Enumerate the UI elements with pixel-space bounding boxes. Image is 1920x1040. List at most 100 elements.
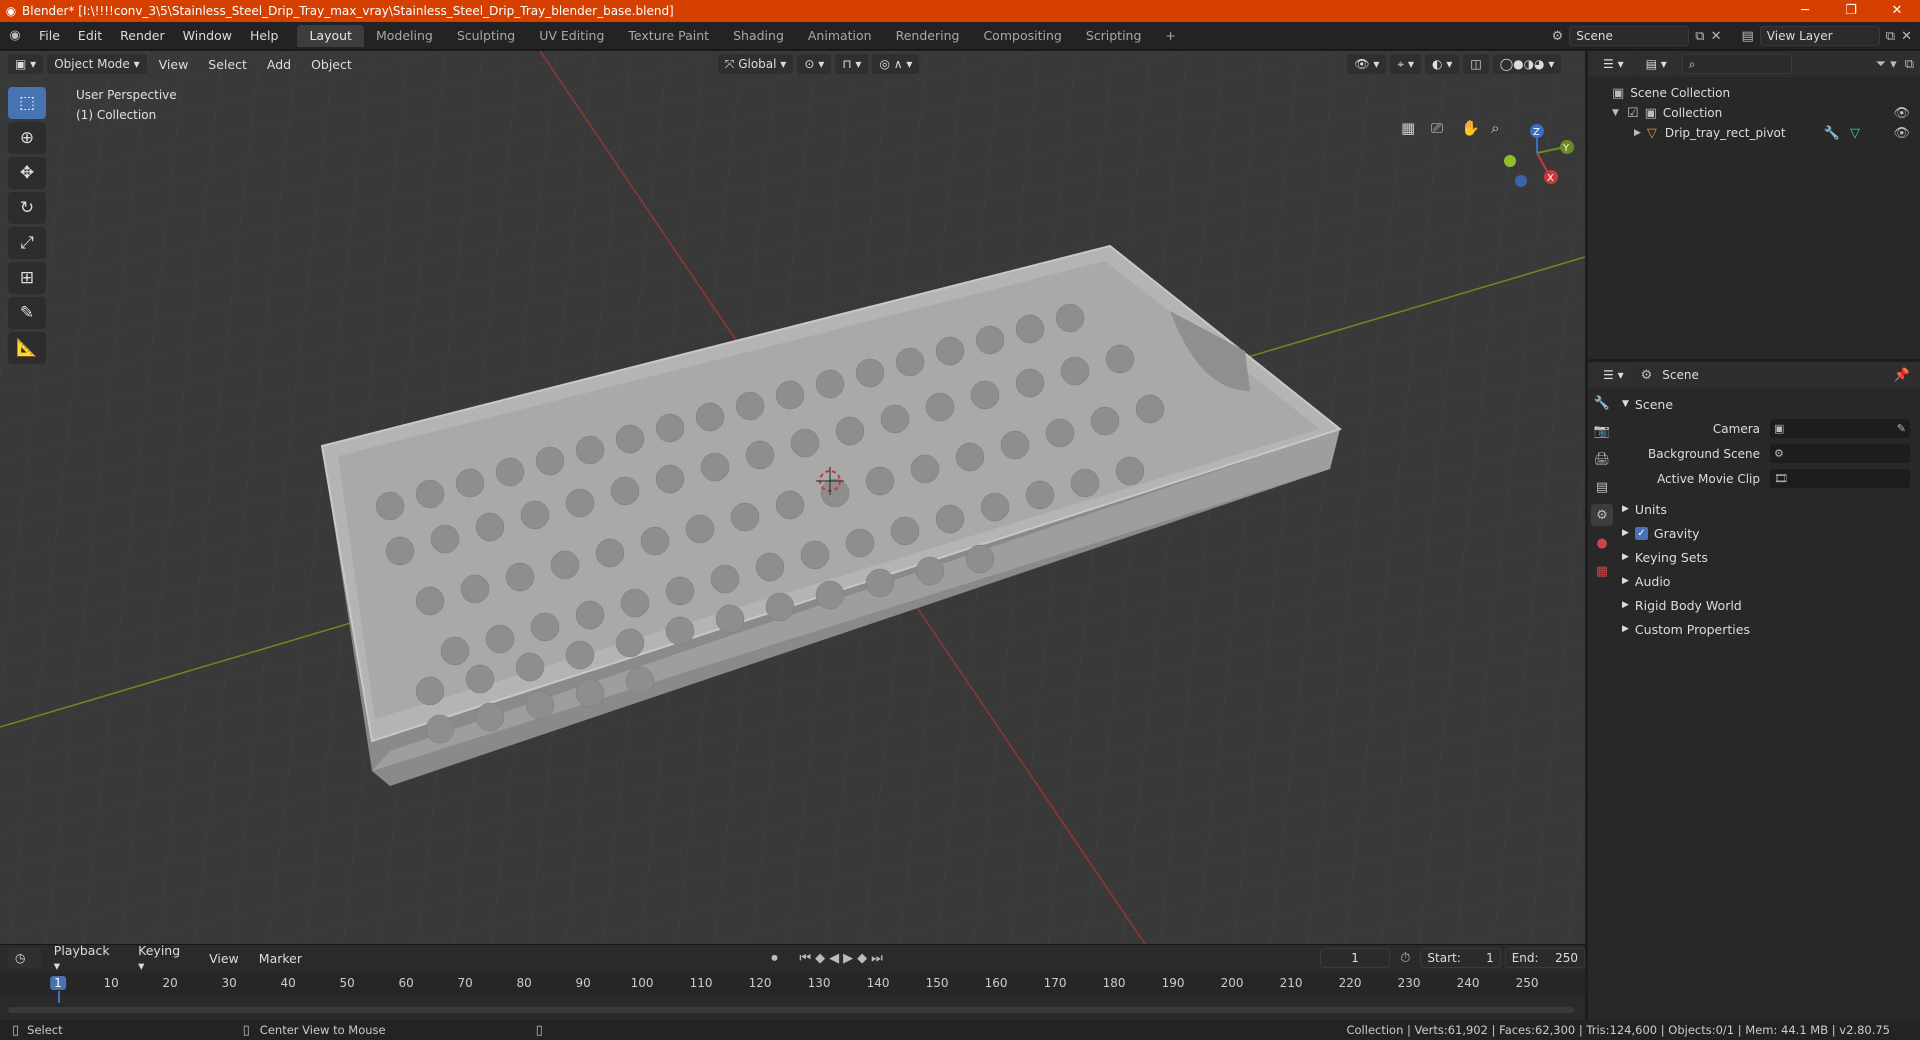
modifier-wrench-icon[interactable]: 🔧 <box>1824 126 1840 141</box>
current-frame-field[interactable]: 1 <box>1319 948 1391 968</box>
tab-animation[interactable]: Animation <box>796 25 884 47</box>
active-movie-clip-field[interactable]: 🎞 <box>1770 469 1910 488</box>
scene-tab-icon[interactable]: ⚙ <box>1591 504 1613 526</box>
timeline-scrollbar[interactable] <box>8 1007 1574 1013</box>
viewport-menu-add[interactable]: Add <box>259 57 299 72</box>
world-tab-icon[interactable]: ● <box>1591 532 1613 554</box>
checkbox-icon[interactable]: ☑ <box>1627 106 1639 121</box>
view-layer-field[interactable]: View Layer <box>1759 26 1880 46</box>
minimize-button[interactable]: ─ <box>1782 0 1828 22</box>
start-frame-field[interactable]: Start: 1 <box>1420 948 1501 968</box>
timeline-menu-marker[interactable]: Marker <box>251 951 310 966</box>
record-icon[interactable]: ⏺ <box>771 951 778 966</box>
timeline-menu-playback[interactable]: Playback ▾ <box>46 943 126 973</box>
outliner-search-input[interactable]: ⌕ <box>1681 54 1792 74</box>
snap-icon[interactable]: ⊓ ▾ <box>835 54 869 74</box>
viewport-menu-object[interactable]: Object <box>303 57 360 72</box>
select-box-tool-icon[interactable]: ⬚ <box>8 87 46 119</box>
measure-tool-icon[interactable]: 📐 <box>8 332 46 364</box>
timeline-menu-keying[interactable]: Keying ▾ <box>130 943 197 973</box>
maximize-button[interactable]: ❐ <box>1828 0 1874 22</box>
playhead[interactable] <box>58 991 60 1003</box>
remove-scene-icon[interactable]: ✕ <box>1711 29 1722 44</box>
frame-ruler[interactable]: 1 10 20 30 40 50 60 70 80 90 100 110 120 130 140 150 160… <box>0 973 1585 1003</box>
pin-icon[interactable]: 📌 <box>1894 368 1910 383</box>
menu-file[interactable]: File <box>30 28 69 43</box>
tree-row-collection[interactable]: ▼ ☑ ▣ Collection 👁 <box>1588 103 1920 123</box>
background-scene-field[interactable]: ⚙ <box>1770 444 1910 463</box>
tab-shading[interactable]: Shading <box>721 25 796 47</box>
tab-modeling[interactable]: Modeling <box>364 25 445 47</box>
tool-tab-icon[interactable]: 🔧 <box>1591 392 1613 414</box>
scale-tool-icon[interactable]: ⤢ <box>8 227 46 259</box>
panel-gravity[interactable]: ▶ ✓ Gravity <box>1622 521 1914 545</box>
mesh-data-icon[interactable]: ▽ <box>1850 126 1860 141</box>
eye-icon[interactable]: 👁 <box>1893 106 1910 121</box>
gizmo-toggle-icon[interactable]: ⌖ ▾ <box>1390 54 1422 74</box>
new-view-layer-icon[interactable]: ⧉ <box>1886 29 1895 44</box>
tree-row-object[interactable]: ▶ ▽ Drip_tray_rect_pivot 🔧 ▽ 👁 <box>1588 123 1920 143</box>
transform-orientation-selector[interactable]: ⤧ Global ▾ <box>717 54 794 74</box>
jump-end-icon[interactable]: ⏭ <box>871 951 883 966</box>
visibility-icon[interactable]: 👁 ▾ <box>1347 54 1387 74</box>
rotate-tool-icon[interactable]: ↻ <box>8 192 46 224</box>
tab-sculpting[interactable]: Sculpting <box>445 25 527 47</box>
shading-modes-icon[interactable]: ◯●◑◕ ▾ <box>1492 54 1562 74</box>
display-mode-icon[interactable]: ▤ ▾ <box>1638 54 1674 74</box>
jump-start-icon[interactable]: ⏮ <box>799 951 811 966</box>
add-workspace-button[interactable]: + <box>1153 25 1187 47</box>
blender-menu-icon[interactable]: ◉ <box>0 28 30 43</box>
scene-name-field[interactable]: Scene <box>1569 26 1690 46</box>
panel-custom-properties[interactable]: ▶ Custom Properties <box>1622 617 1914 641</box>
remove-view-layer-icon[interactable]: ✕ <box>1901 29 1912 44</box>
tab-layout[interactable]: Layout <box>297 24 364 47</box>
cursor-tool-icon[interactable]: ⊕ <box>8 122 46 154</box>
move-tool-icon[interactable]: ✥ <box>8 157 46 189</box>
tree-row-scene-collection[interactable]: ▣ Scene Collection <box>1588 83 1920 103</box>
scene-section-header[interactable]: ▼ Scene <box>1622 392 1914 416</box>
tab-uv-editing[interactable]: UV Editing <box>527 25 616 47</box>
camera-field[interactable]: ▣ ✎ <box>1770 419 1910 438</box>
play-reverse-icon[interactable]: ◀ <box>829 951 839 966</box>
view-layer-tab-icon[interactable]: ▤ <box>1591 476 1613 498</box>
tab-compositing[interactable]: Compositing <box>971 25 1073 47</box>
next-keyframe-icon[interactable]: ◆ <box>857 951 867 966</box>
panel-audio[interactable]: ▶ Audio <box>1622 569 1914 593</box>
pivot-point-icon[interactable]: ⊙ ▾ <box>797 54 832 74</box>
render-tab-icon[interactable]: 📷 <box>1591 420 1613 442</box>
prev-keyframe-icon[interactable]: ◆ <box>815 951 825 966</box>
expand-arrow-icon[interactable]: ▼ <box>1612 108 1619 118</box>
tab-scripting[interactable]: Scripting <box>1074 25 1154 47</box>
proportional-editing-icon[interactable]: ◎ ∧ ▾ <box>872 54 920 74</box>
tab-texture-paint[interactable]: Texture Paint <box>616 25 721 47</box>
collapsed-arrow-icon[interactable]: ▶ <box>1634 128 1641 138</box>
menu-window[interactable]: Window <box>174 28 241 43</box>
viewport-menu-select[interactable]: Select <box>200 57 255 72</box>
panel-units[interactable]: ▶ Units <box>1622 497 1914 521</box>
texture-tab-icon[interactable]: ▦ <box>1591 560 1613 582</box>
overlay-toggle-icon[interactable]: ◐ ▾ <box>1425 54 1460 74</box>
menu-help[interactable]: Help <box>241 28 288 43</box>
scene-icon[interactable]: ⚙ <box>1552 29 1564 44</box>
filter-icon[interactable]: ⏷ ▾ <box>1876 57 1897 72</box>
new-scene-icon[interactable]: ⧉ <box>1695 29 1704 44</box>
clock-icon[interactable]: ⏱ <box>1400 951 1410 966</box>
end-frame-field[interactable]: End: 250 <box>1504 948 1585 968</box>
new-collection-icon[interactable]: ⧉ <box>1905 57 1914 72</box>
panel-keying-sets[interactable]: ▶ Keying Sets <box>1622 545 1914 569</box>
play-icon[interactable]: ▶ <box>843 951 853 966</box>
outliner-editor-type-icon[interactable]: ☰ ▾ <box>1596 54 1631 74</box>
timeline-editor-type-icon[interactable]: ◷ ▾ <box>8 948 42 985</box>
3d-viewport[interactable]: ▣ ▾ Object Mode ▾ View Select Add Object… <box>0 51 1585 944</box>
properties-editor-type-icon[interactable]: ☰ ▾ <box>1596 365 1631 385</box>
viewport-menu-view[interactable]: View <box>151 57 197 72</box>
view-layer-icon[interactable]: ▤ <box>1742 29 1754 44</box>
annotate-tool-icon[interactable]: ✎ <box>8 297 46 329</box>
axis-gizmo[interactable]: Z Y X <box>1504 124 1574 187</box>
timeline-menu-view[interactable]: View <box>201 951 247 966</box>
menu-edit[interactable]: Edit <box>69 28 111 43</box>
gravity-checkbox[interactable]: ✓ <box>1634 526 1648 540</box>
output-tab-icon[interactable]: 🖨 <box>1591 448 1613 470</box>
xray-toggle-icon[interactable]: ◫ <box>1463 54 1489 74</box>
menu-render[interactable]: Render <box>111 28 174 43</box>
